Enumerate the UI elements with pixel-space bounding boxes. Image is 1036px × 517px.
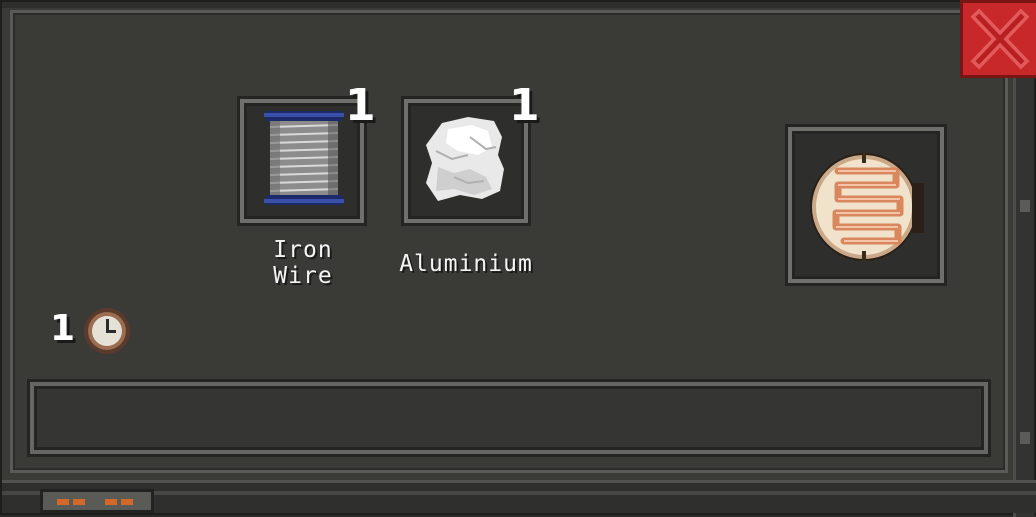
ingredient-count: 1 bbox=[509, 80, 540, 131]
aluminium-chunk-icon bbox=[426, 117, 504, 201]
ingredient-label: Iron Wire bbox=[273, 237, 333, 289]
ingredient-label: Aluminium bbox=[399, 251, 533, 277]
panel-top-edge bbox=[2, 2, 1034, 8]
handle-light bbox=[73, 499, 85, 505]
handle-light bbox=[57, 499, 69, 505]
panel-side-rail bbox=[1013, 2, 1034, 517]
wire-spool-icon bbox=[264, 111, 344, 205]
drag-handle[interactable] bbox=[40, 489, 154, 513]
panel-bottom-rail bbox=[2, 480, 1036, 513]
crafting-panel: 1 Iron Wire 1 Aluminium 1 bbox=[0, 0, 1036, 517]
craft-time-value: 1 bbox=[50, 308, 76, 349]
ingredient-count: 1 bbox=[345, 80, 376, 131]
rail-notch bbox=[1020, 200, 1030, 212]
handle-light bbox=[105, 499, 117, 505]
handle-light bbox=[121, 499, 133, 505]
photoresistor-icon bbox=[810, 153, 924, 261]
close-x-icon bbox=[970, 8, 1030, 70]
description-bar bbox=[30, 382, 988, 454]
close-button[interactable] bbox=[960, 0, 1036, 78]
bottom-rail-line bbox=[2, 491, 1036, 495]
rail-notch bbox=[1020, 432, 1030, 444]
clock-icon bbox=[84, 308, 130, 354]
result-slot[interactable] bbox=[788, 127, 944, 283]
